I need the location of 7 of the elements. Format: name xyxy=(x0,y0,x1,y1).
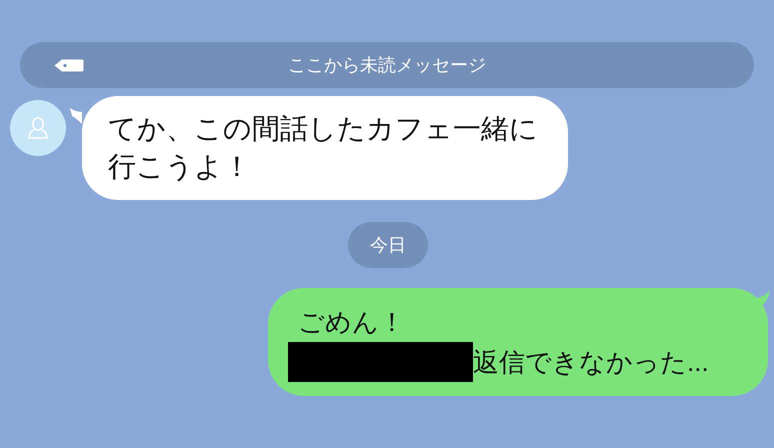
message-text: てか、この間話したカフェ一緒に行こうよ！ xyxy=(108,112,539,184)
message-text: ごめん！ xyxy=(297,306,405,339)
tag-icon xyxy=(54,59,84,72)
person-icon xyxy=(27,116,49,140)
message-text: 返信できなかった... xyxy=(473,346,709,379)
date-chip: 今日 xyxy=(348,222,428,268)
unread-label: ここから未読メッセージ xyxy=(288,54,486,77)
